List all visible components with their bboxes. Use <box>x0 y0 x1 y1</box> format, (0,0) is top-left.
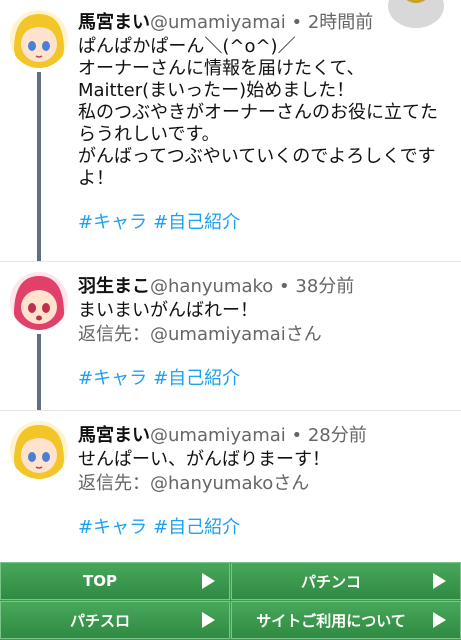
thread-line <box>37 72 41 261</box>
hashtag-list: #キャラ #自己紹介 <box>78 368 455 390</box>
post-3[interactable]: 馬宮まい@umamiyamai • 28分前 せんぱーい、がんばりまーす！ 返信… <box>0 411 461 562</box>
play-arrow-icon <box>202 612 215 628</box>
pachislo-button[interactable]: パチスロ <box>0 601 230 639</box>
play-arrow-icon <box>202 573 215 589</box>
avatar-umamiyamai[interactable] <box>10 421 68 479</box>
top-button[interactable]: TOP <box>0 562 230 600</box>
hashtag-self-intro[interactable]: #自己紹介 <box>153 517 240 538</box>
timestamp: 38分前 <box>295 276 355 297</box>
reply-handle[interactable]: @hanyumako <box>150 473 273 494</box>
user-handle[interactable]: @hanyumako <box>150 276 273 297</box>
hashtag-chara[interactable]: #キャラ <box>78 212 147 233</box>
pachinko-button[interactable]: パチンコ <box>231 562 461 600</box>
user-handle[interactable]: @umamiyamai <box>150 12 286 33</box>
reply-to: 返信先：@hanyumakoさん <box>78 473 455 495</box>
avatar-umamiyamai[interactable] <box>10 10 68 68</box>
post-2[interactable]: 羽生まこ@hanyumako • 38分前 まいまいがんばれー！ 返信先：@um… <box>0 262 461 411</box>
post-header: 馬宮まい@umamiyamai • 2時間前 <box>78 12 455 34</box>
pachinko-label: パチンコ <box>300 572 361 591</box>
separator-dot: • <box>291 425 303 446</box>
hashtag-chara[interactable]: #キャラ <box>78 517 147 538</box>
separator-dot: • <box>291 12 303 33</box>
post-header: 羽生まこ@hanyumako • 38分前 <box>78 276 455 298</box>
site-info-label: サイトご利用について <box>256 611 406 630</box>
post-1[interactable]: 馬宮まい@umamiyamai • 2時間前 ぱんぱかぱーん＼(^o^)／ オー… <box>0 0 461 262</box>
post-body: ぱんぱかぱーん＼(^o^)／ オーナーさんに情報を届けたくて、 Maitter(… <box>78 36 438 189</box>
thread-line <box>37 334 41 410</box>
hashtag-list: #キャラ #自己紹介 <box>78 517 455 539</box>
site-info-button[interactable]: サイトご利用について <box>231 601 461 639</box>
timestamp: 28分前 <box>307 425 367 446</box>
reply-to: 返信先：@umamiyamaiさん <box>78 324 455 346</box>
reply-suffix: さん <box>273 473 310 494</box>
play-arrow-icon <box>433 612 446 628</box>
hashtag-self-intro[interactable]: #自己紹介 <box>153 368 240 389</box>
reply-prefix: 返信先： <box>78 324 150 345</box>
user-handle[interactable]: @umamiyamai <box>150 425 286 446</box>
footer-nav: TOP パチンコ パチスロ サイトご利用について <box>0 562 461 640</box>
display-name[interactable]: 羽生まこ <box>78 276 150 297</box>
separator-dot: • <box>279 276 290 297</box>
hashtag-self-intro[interactable]: #自己紹介 <box>153 212 240 233</box>
avatar-hanyumako[interactable] <box>10 272 68 330</box>
hashtag-list: #キャラ #自己紹介 <box>78 212 455 234</box>
display-name[interactable]: 馬宮まい <box>78 12 150 33</box>
timestamp: 2時間前 <box>307 12 374 33</box>
top-label: TOP <box>83 572 117 590</box>
play-arrow-icon <box>433 573 446 589</box>
post-body: せんぱーい、がんばりまーす！ <box>78 449 330 470</box>
reply-handle[interactable]: @umamiyamai <box>150 324 286 345</box>
hashtag-chara[interactable]: #キャラ <box>78 368 147 389</box>
reply-prefix: 返信先： <box>78 473 150 494</box>
pachislo-label: パチスロ <box>69 611 130 630</box>
post-header: 馬宮まい@umamiyamai • 28分前 <box>78 425 455 447</box>
reply-suffix: さん <box>285 324 322 345</box>
display-name[interactable]: 馬宮まい <box>78 425 150 446</box>
post-body: まいまいがんばれー！ <box>78 300 258 321</box>
